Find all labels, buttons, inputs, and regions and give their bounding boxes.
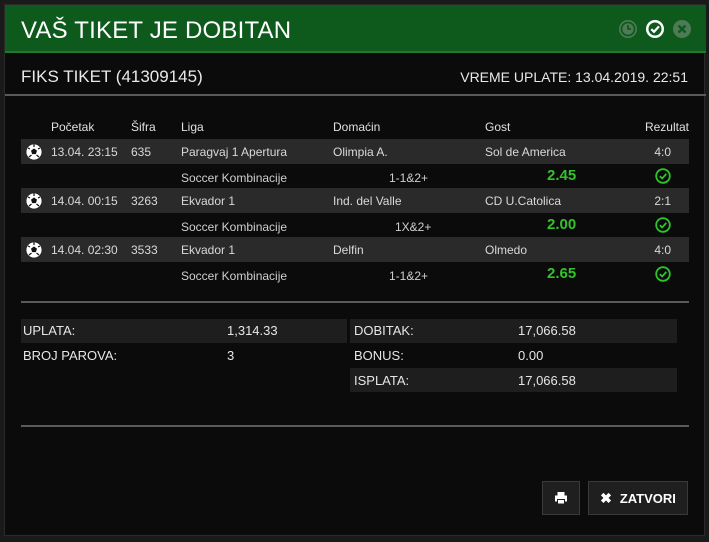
bet-odd: 2.45	[547, 167, 577, 184]
check-circle-icon	[655, 217, 671, 233]
stake-value: 1,314.33	[227, 323, 278, 338]
bet-pick: 1-1&2+	[389, 269, 429, 283]
header-away: Gost	[485, 120, 511, 134]
payment-time: VREME UPLATE: 13.04.2019. 22:51	[460, 69, 688, 85]
header-start: Početak	[51, 120, 95, 134]
bet-type: Soccer Kombinacije	[181, 269, 288, 283]
bet-type: Soccer Kombinacije	[181, 220, 288, 234]
match-away: CD U.Catolica	[485, 194, 562, 208]
bet-pick: 1X&2+	[395, 220, 432, 234]
divider	[21, 425, 689, 427]
soccer-ball-icon	[25, 241, 43, 259]
win-value: 17,066.58	[518, 323, 576, 338]
match-time: 14.04. 00:15	[51, 194, 118, 208]
print-icon	[555, 492, 567, 505]
match-result: 4:0	[654, 145, 671, 159]
payout-value: 17,066.58	[518, 373, 576, 388]
header-result: Rezultat	[644, 120, 689, 134]
match-time: 14.04. 02:30	[51, 243, 118, 257]
match-league: Ekvador 1	[181, 194, 236, 208]
bonus-value: 0.00	[518, 348, 544, 363]
close-circle-icon[interactable]	[672, 19, 692, 39]
table-row: 14.04. 00:15 3263 Ekvador 1 Ind. del Val…	[21, 188, 689, 213]
table-row: Soccer Kombinacije 1-1&2+ 2.65	[21, 262, 689, 287]
check-circle-icon	[655, 168, 671, 184]
match-away: Sol de America	[485, 145, 566, 159]
match-code: 635	[131, 145, 152, 159]
match-code: 3533	[131, 243, 158, 257]
match-home: Ind. del Valle	[333, 194, 402, 208]
divider	[21, 301, 689, 303]
table-header: Početak Šifra Liga Domaćin Gost Rezultat	[21, 117, 689, 139]
match-league: Ekvador 1	[181, 243, 236, 257]
payout-label: ISPLATA:	[354, 373, 410, 388]
modal-header: VAŠ TIKET JE DOBITAN	[5, 5, 706, 53]
close-button-label: ZATVORI	[619, 490, 676, 506]
check-circle-icon[interactable]	[645, 19, 665, 39]
match-result: 2:1	[654, 194, 671, 208]
check-circle-icon	[655, 266, 671, 282]
table-row: 14.04. 02:30 3533 Ekvador 1 Delfin Olmed…	[21, 237, 689, 262]
print-button[interactable]	[542, 481, 580, 515]
divider	[5, 94, 706, 96]
match-league: Paragvaj 1 Apertura	[181, 145, 288, 159]
match-result: 4:0	[654, 243, 671, 257]
header-league: Liga	[181, 120, 204, 134]
bet-odd: 2.65	[547, 265, 577, 282]
stake-label: UPLATA:	[23, 323, 76, 338]
soccer-ball-icon	[25, 143, 43, 161]
close-button[interactable]: ✖ ZATVORI	[588, 481, 688, 515]
table-row: Soccer Kombinacije 1-1&2+ 2.45	[21, 164, 689, 189]
ticket-modal: VAŠ TIKET JE DOBITAN FIKS TIKET (4130914…	[4, 4, 706, 536]
bet-pick: 1-1&2+	[389, 171, 429, 185]
match-away: Olmedo	[485, 243, 528, 257]
table-row: Soccer Kombinacije 1X&2+ 2.00	[21, 213, 689, 238]
win-label: DOBITAK:	[354, 323, 414, 338]
modal-title: VAŠ TIKET JE DOBITAN	[21, 17, 292, 44]
header-home: Domaćin	[333, 120, 381, 134]
clock-icon[interactable]	[618, 19, 638, 39]
match-home: Olimpia A.	[333, 145, 388, 159]
ticket-id: FIKS TIKET (41309145)	[21, 67, 203, 86]
close-icon: ✖	[600, 489, 612, 506]
header-code: Šifra	[131, 120, 156, 134]
soccer-ball-icon	[25, 192, 43, 210]
match-home: Delfin	[333, 243, 364, 257]
pairs-value: 3	[227, 348, 235, 363]
table-row: 13.04. 23:15 635 Paragvaj 1 Apertura Oli…	[21, 139, 689, 164]
match-time: 13.04. 23:15	[51, 145, 118, 159]
bonus-label: BONUS:	[354, 348, 404, 363]
bet-odd: 2.00	[547, 216, 577, 233]
match-code: 3263	[131, 194, 158, 208]
bet-type: Soccer Kombinacije	[181, 171, 288, 185]
pairs-label: BROJ PAROVA:	[23, 348, 118, 363]
